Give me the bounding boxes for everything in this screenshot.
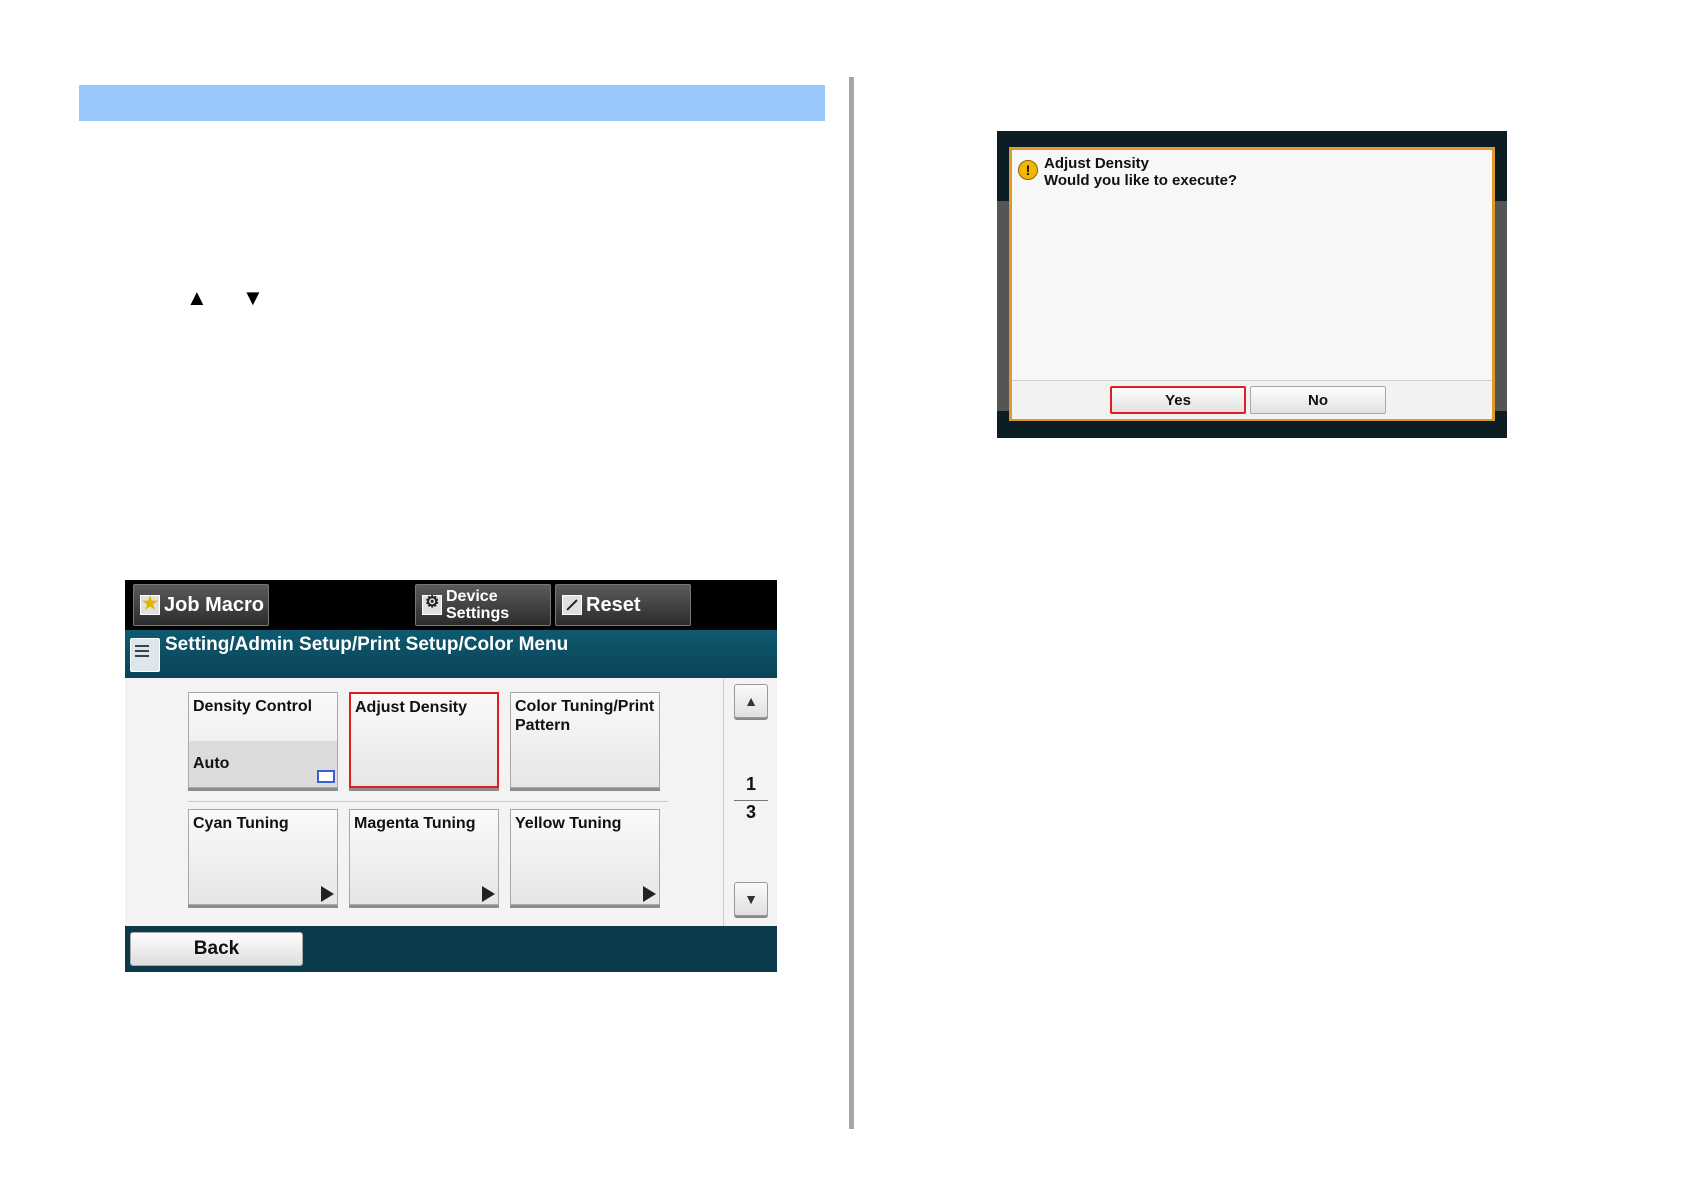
dialog-footer: Yes No (1012, 380, 1492, 419)
warning-icon: ! (1018, 160, 1038, 180)
confirm-dialog: ! Adjust Density Would you like to execu… (1009, 147, 1495, 421)
reset-button[interactable]: Reset (555, 584, 691, 626)
tile-label: Color Tuning/Print Pattern (515, 698, 655, 734)
page-separator (734, 800, 768, 801)
yes-label: Yes (1165, 391, 1191, 409)
background-strip (1493, 201, 1507, 411)
document-icon (130, 638, 160, 672)
magenta-tuning-tile[interactable]: Magenta Tuning (349, 809, 499, 905)
play-arrow-icon (482, 886, 495, 902)
dialog-message: Would you like to execute? (1044, 172, 1238, 189)
reset-icon (562, 595, 582, 615)
up-arrow-icon: ▲ (744, 693, 758, 709)
down-arrow-icon: ▼ (744, 891, 758, 907)
back-button[interactable]: Back (130, 932, 303, 966)
total-pages: 3 (745, 802, 756, 822)
device-settings-label-line2: Settings (446, 605, 510, 622)
breadcrumb: Setting/Admin Setup/Print Setup/Color Me… (165, 634, 569, 655)
adjust-density-tile[interactable]: Adjust Density (349, 692, 499, 788)
yellow-tuning-tile[interactable]: Yellow Tuning (510, 809, 660, 905)
density-control-tile[interactable]: Density Control Auto (188, 692, 338, 788)
confirm-dialog-screen: ! Adjust Density Would you like to execu… (997, 131, 1507, 438)
top-toolbar: Job Macro Device Settings Reset (125, 580, 777, 630)
scroll-down-button[interactable]: ▼ (734, 882, 768, 916)
gear-icon (422, 594, 442, 615)
dialog-title: Adjust Density (1044, 155, 1150, 172)
back-label: Back (193, 938, 240, 959)
play-arrow-icon (321, 886, 334, 902)
up-arrow-icon: ▲ (186, 285, 208, 310)
title-bar: Setting/Admin Setup/Print Setup/Color Me… (125, 630, 777, 678)
job-macro-label: Job Macro (164, 593, 265, 616)
no-button[interactable]: No (1250, 386, 1386, 414)
tile-label: Adjust Density (355, 699, 468, 716)
reset-label: Reset (586, 593, 641, 616)
color-menu-screen: Job Macro Device Settings Reset Setting/… (125, 580, 777, 972)
setting-indicator-icon (317, 770, 335, 783)
tile-label: Cyan Tuning (193, 815, 289, 832)
down-arrow-icon: ▼ (242, 285, 264, 310)
tile-label: Magenta Tuning (354, 815, 476, 832)
scroll-up-button[interactable]: ▲ (734, 684, 768, 718)
row-divider (188, 801, 668, 802)
color-tuning-print-pattern-tile[interactable]: Color Tuning/Print Pattern (510, 692, 660, 788)
play-arrow-icon (643, 886, 656, 902)
no-label: No (1308, 391, 1328, 409)
bottom-bar: Back (125, 926, 777, 972)
job-macro-button[interactable]: Job Macro (133, 584, 269, 626)
tile-label: Density Control (193, 698, 313, 715)
device-settings-button[interactable]: Device Settings (415, 584, 551, 626)
tile-label: Yellow Tuning (515, 815, 622, 832)
menu-content: Density Control Auto Adjust Density Colo… (125, 678, 777, 926)
page-divider (849, 77, 854, 1129)
star-icon (140, 593, 160, 615)
pager-column: ▲ 1 3 ▼ (723, 678, 777, 926)
section-header-bar (79, 85, 825, 121)
tile-value: Auto (193, 755, 230, 772)
yes-button[interactable]: Yes (1110, 386, 1246, 414)
cyan-tuning-tile[interactable]: Cyan Tuning (188, 809, 338, 905)
current-page: 1 (745, 774, 756, 794)
device-settings-label-line1: Device (446, 588, 498, 605)
